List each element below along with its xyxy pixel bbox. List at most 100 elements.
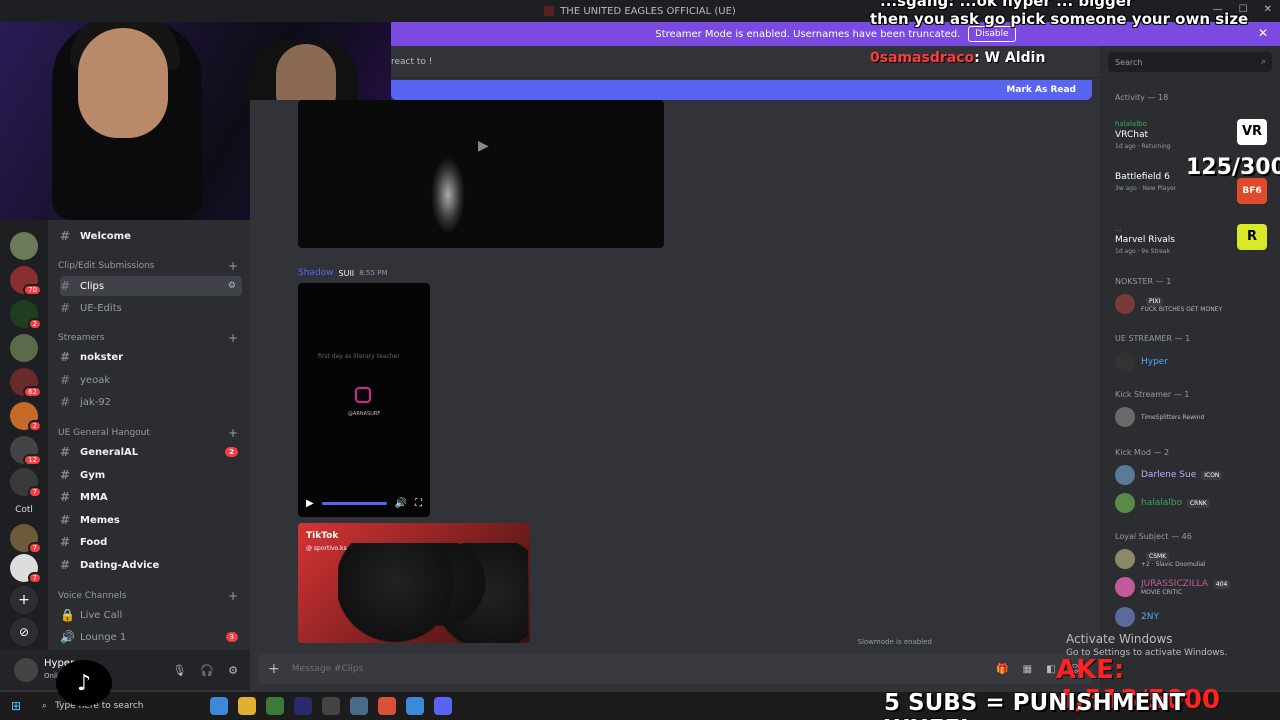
channel-gym[interactable]: # Gym <box>60 465 242 485</box>
server-rail: 70 2 62 2 12 7 Cotl 7 7 + ⊘ <box>0 220 48 690</box>
instagram-video[interactable]: first day as literary teacher @ARNASURF … <box>298 283 430 517</box>
add-channel-icon[interactable]: + <box>228 589 238 603</box>
channel-clips[interactable]: # Clips ⚙ <box>60 276 242 296</box>
discover-icon[interactable]: ⊘ <box>10 618 38 646</box>
member-status: FUCK BITCHES GET MONEY <box>1141 305 1223 313</box>
category-voice[interactable]: Voice Channels + <box>58 588 240 604</box>
gif-icon[interactable]: ▦ <box>1023 664 1032 675</box>
server-cotl[interactable]: Cotl <box>10 496 38 524</box>
obs-icon[interactable] <box>322 697 340 715</box>
member-status: +2 · Slavic Doomulial <box>1141 560 1206 568</box>
message-input[interactable]: Message #Clips <box>292 664 364 674</box>
channel-memes[interactable]: # Memes <box>60 510 242 530</box>
server-icon-3[interactable]: 2 <box>10 300 42 330</box>
server-icon-2[interactable]: 70 <box>10 266 42 296</box>
member-item[interactable]: Darlene Sue ICON <box>1115 465 1223 485</box>
category-hangout[interactable]: UE General Hangout + <box>58 425 240 441</box>
member-item[interactable]: PIXI FUCK BITCHES GET MONEY <box>1115 294 1222 314</box>
channel-label: Lounge 1 <box>80 631 127 643</box>
member-item[interactable]: halalalbo CRNK <box>1115 493 1210 513</box>
volume-slider[interactable] <box>321 502 387 505</box>
channel-label: Dating-Advice <box>80 559 160 571</box>
channel-general[interactable]: # GeneralAL 2 <box>60 442 242 462</box>
message-timestamp: 8:55 PM <box>359 269 388 277</box>
member-item[interactable]: TimeSplitters Rewind <box>1115 407 1204 427</box>
member-item[interactable]: JURASSICZILLA 404 MOVIE CRITIC <box>1115 577 1231 597</box>
headphones-icon[interactable]: 🎧 <box>200 664 214 677</box>
microphone-icon[interactable]: 🎙 <box>172 664 186 677</box>
search-placeholder: Search <box>1115 57 1143 67</box>
play-icon[interactable]: ▶ <box>478 138 489 154</box>
app-icon[interactable] <box>266 697 284 715</box>
play-icon[interactable]: ▶ <box>306 498 314 509</box>
category-label: Voice Channels <box>58 591 127 601</box>
server-icon-7[interactable]: 12 <box>10 436 42 466</box>
voice-live-call[interactable]: 🔒 Live Call <box>60 605 242 625</box>
add-channel-icon[interactable]: + <box>228 426 238 440</box>
channel-nokster[interactable]: # nokster <box>60 347 242 367</box>
server-icon-5[interactable]: 62 <box>10 368 42 398</box>
chrome-icon[interactable] <box>210 697 228 715</box>
taskbar-search[interactable]: ⌕ Type here to search <box>36 695 186 717</box>
chat-message: W Aldin <box>984 50 1046 66</box>
activity-item[interactable]: ... Marvel Rivals 1d ago · 9x Streak R <box>1115 224 1275 257</box>
server-icon-10[interactable]: 7 <box>10 524 42 554</box>
video-embed[interactable]: ▶ <box>298 100 664 248</box>
mark-as-read-button[interactable]: Mark As Read <box>1006 85 1076 95</box>
fullscreen-icon[interactable]: ⛶ <box>415 498 422 509</box>
member-name: JURASSICZILLA <box>1141 578 1208 589</box>
sticker-icon[interactable]: ◧ <box>1046 664 1055 675</box>
message-author[interactable]: Shadow <box>298 268 334 278</box>
server-icon-4[interactable] <box>10 334 38 362</box>
chrome-icon[interactable] <box>406 697 424 715</box>
add-channel-icon[interactable]: + <box>228 259 238 273</box>
avatar <box>1115 493 1135 513</box>
channel-settings-icon[interactable]: ⚙ <box>228 281 236 291</box>
server-badge: 2 <box>27 420 42 432</box>
server-icon-6[interactable]: 2 <box>10 402 42 432</box>
server-icon-11[interactable]: 7 <box>10 554 42 584</box>
activity-item[interactable]: halalalbo VRChat 1d ago · Returning VR <box>1115 119 1275 152</box>
disable-button[interactable]: Disable <box>968 26 1016 42</box>
gear-icon[interactable]: ⚙ <box>228 664 238 677</box>
new-messages-bar[interactable]: Mark As Read <box>391 80 1092 100</box>
gift-icon[interactable]: 🎁 <box>996 664 1008 675</box>
after-effects-icon[interactable] <box>294 697 312 715</box>
channel-welcome[interactable]: # Welcome <box>60 226 242 246</box>
chrome-icon[interactable] <box>378 697 396 715</box>
activity-header[interactable]: Activity — 18 <box>1115 93 1168 102</box>
discord-icon[interactable] <box>434 697 452 715</box>
server-icon-8[interactable]: 7 <box>10 468 42 498</box>
add-server-icon[interactable]: + <box>10 586 38 614</box>
video-controls: ▶ 🔊 ⛶ <box>306 498 422 509</box>
video-caption: first day as literary teacher <box>318 353 400 360</box>
tiktok-logo-icon: ♪ <box>56 660 112 706</box>
close-banner-icon[interactable]: ✕ <box>1258 26 1268 40</box>
avatar[interactable] <box>14 658 38 682</box>
channel-ue-edits[interactable]: # UE-Edits <box>60 298 242 318</box>
file-explorer-icon[interactable] <box>238 697 256 715</box>
app-icon[interactable] <box>350 697 368 715</box>
speaker-icon: 🔊 <box>60 630 75 644</box>
server-icon-1[interactable] <box>10 232 38 260</box>
channel-yeoak[interactable]: # yeoak <box>60 370 242 390</box>
search-input[interactable]: Search ⌕ <box>1108 52 1272 72</box>
tiktok-embed[interactable]: TikTok @ sportivo.ks <box>298 523 530 643</box>
voice-lounge[interactable]: 🔊 Lounge 1 3 <box>60 627 242 647</box>
member-item[interactable]: 2NY <box>1115 607 1159 627</box>
volume-icon[interactable]: 🔊 <box>395 498 407 509</box>
close-icon[interactable]: ✕ <box>1264 4 1272 15</box>
channel-label: MMA <box>80 491 108 503</box>
windows-start-icon[interactable]: ⊞ <box>0 699 32 713</box>
search-icon: ⌕ <box>42 701 48 711</box>
channel-food[interactable]: # Food <box>60 532 242 552</box>
channel-mma[interactable]: # MMA <box>60 487 242 507</box>
category-clip-edit[interactable]: Clip/Edit Submissions + <box>58 258 240 274</box>
add-channel-icon[interactable]: + <box>228 331 238 345</box>
category-streamers[interactable]: Streamers + <box>58 330 240 346</box>
channel-dating[interactable]: # Dating-Advice <box>60 555 242 575</box>
channel-jak[interactable]: # jak-92 <box>60 392 242 412</box>
member-item[interactable]: CSMK +2 · Slavic Doomulial <box>1115 549 1205 569</box>
add-attachment-icon[interactable]: + <box>268 661 280 677</box>
member-item[interactable]: Hyper <box>1115 352 1168 372</box>
